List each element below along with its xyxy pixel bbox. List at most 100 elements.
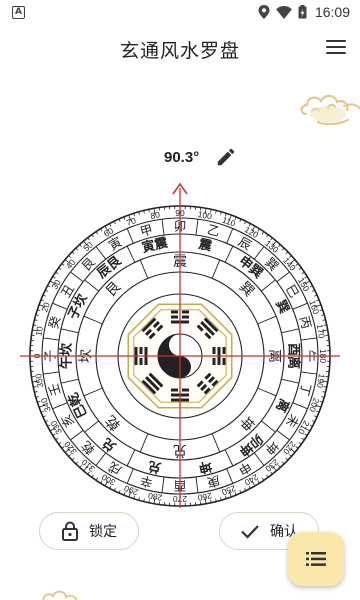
- degree-tick: [266, 474, 269, 478]
- mountain-divider: [52, 302, 68, 310]
- trigram-yin-bar: [171, 310, 178, 314]
- degree-tick: [75, 247, 79, 251]
- wifi-icon: [275, 5, 292, 19]
- app-bar: 玄通风水罗盘: [0, 24, 360, 76]
- status-time: 16:09: [314, 4, 350, 20]
- degree-tick: [285, 251, 289, 255]
- trigram-yin-bar: [182, 388, 189, 392]
- trigram-yin-bar: [139, 347, 143, 354]
- ganzhi-label: 兑: [147, 457, 163, 475]
- trigram-yin-bar: [212, 358, 216, 365]
- ganzhi-label: 申巽: [236, 253, 266, 282]
- trigram-yin-bar: [212, 347, 216, 354]
- edit-pencil-icon[interactable]: [215, 146, 237, 168]
- mountain-divider: [276, 271, 290, 283]
- ganzhi-divider: [224, 245, 234, 263]
- degree-label: 10: [33, 325, 45, 336]
- mountain-label: 壬: [46, 382, 64, 398]
- degree-tick: [58, 267, 62, 270]
- mountain-divider: [126, 228, 134, 244]
- ganzhi-divider: [126, 449, 136, 467]
- ganzhi-divider: [261, 279, 276, 292]
- degree-tick: [266, 234, 269, 238]
- degree-label: 20: [39, 301, 52, 314]
- trigram-divider: [211, 259, 221, 279]
- lock-icon: [62, 521, 78, 541]
- trigram-yin-bar: [222, 347, 226, 354]
- trigram-yin-bar: [182, 310, 189, 314]
- location-icon: [258, 5, 270, 19]
- mountain-divider: [70, 429, 84, 441]
- degree-label: 310: [79, 457, 97, 474]
- mountain-divider: [276, 429, 290, 441]
- mountain-divider: [43, 371, 60, 375]
- mountain-divider: [95, 452, 107, 466]
- mountain-divider: [52, 402, 68, 410]
- mountain-label: 辛: [138, 473, 154, 491]
- lock-button[interactable]: 锁定: [39, 512, 139, 550]
- trigram-divider: [83, 315, 103, 325]
- ganzhi-divider: [224, 449, 234, 467]
- degree-tick: [71, 457, 75, 461]
- mountain-divider: [43, 337, 60, 341]
- trigram-divider: [139, 433, 149, 453]
- trigram-divider: [257, 315, 277, 325]
- ganzhi-divider: [126, 245, 136, 263]
- mountain-label: 巽: [262, 254, 281, 273]
- mountain-label: 乾: [78, 438, 98, 458]
- trigram-yin-bar: [171, 388, 178, 392]
- mountain-divider: [161, 219, 165, 236]
- degree-tick: [91, 234, 94, 238]
- ganzhi-divider: [84, 420, 99, 433]
- mountain-divider: [292, 302, 308, 310]
- mountain-label: 甲: [138, 222, 154, 240]
- degree-label: 320: [62, 439, 79, 457]
- mountain-divider: [226, 468, 234, 484]
- mountain-divider: [195, 476, 199, 493]
- degree-label: 80: [150, 209, 161, 221]
- trigram-divider: [139, 259, 149, 279]
- battery-icon: [298, 5, 307, 19]
- mountain-label: 乙: [206, 222, 222, 240]
- mountain-divider: [195, 219, 199, 236]
- mountain-divider: [253, 452, 265, 466]
- list-icon: [306, 552, 326, 566]
- degree-label: 130: [263, 238, 281, 255]
- check-icon: [241, 525, 259, 539]
- trigram-yin-bar: [139, 358, 143, 365]
- mountain-divider: [126, 468, 134, 484]
- degree-row: 90.3°: [0, 146, 360, 170]
- ganzhi-label: 辰艮: [95, 253, 125, 282]
- mountain-divider: [226, 228, 234, 244]
- mountain-label: 丙: [297, 314, 315, 330]
- mountain-label: 庚: [206, 473, 222, 491]
- compass-dial[interactable]: 0102030405060708090100110120130140150160…: [0, 178, 360, 510]
- lock-button-label: 锁定: [89, 524, 117, 540]
- trigram-yin-bar: [182, 315, 189, 319]
- degree-tick: [75, 461, 79, 465]
- cloud-decoration-icon: [42, 590, 78, 600]
- degree-tick: [58, 442, 62, 445]
- ganzhi-divider: [60, 378, 79, 384]
- trigram-yin-bar: [171, 315, 178, 319]
- ganzhi-label: 卯坤: [236, 430, 266, 459]
- mountain-divider: [95, 246, 107, 260]
- degree-tick: [281, 461, 285, 465]
- mountain-divider: [253, 246, 265, 260]
- ganzhi-divider: [60, 328, 79, 334]
- mountain-divider: [70, 271, 84, 283]
- degree-tick: [298, 442, 302, 445]
- menu-icon[interactable]: [326, 40, 346, 56]
- degree-tick: [298, 267, 302, 270]
- ganzhi-divider: [281, 328, 300, 334]
- trigram-divider: [257, 387, 277, 397]
- ganzhi-label: 坤: [197, 457, 213, 475]
- app-title: 玄通风水罗盘: [119, 40, 240, 62]
- mountain-divider: [161, 476, 165, 493]
- mountain-divider: [292, 402, 308, 410]
- list-fab-button[interactable]: [288, 532, 344, 586]
- degree-tick: [71, 251, 75, 255]
- mountain-divider: [300, 371, 317, 375]
- degree-tick: [91, 474, 94, 478]
- degree-label: 230: [263, 457, 281, 474]
